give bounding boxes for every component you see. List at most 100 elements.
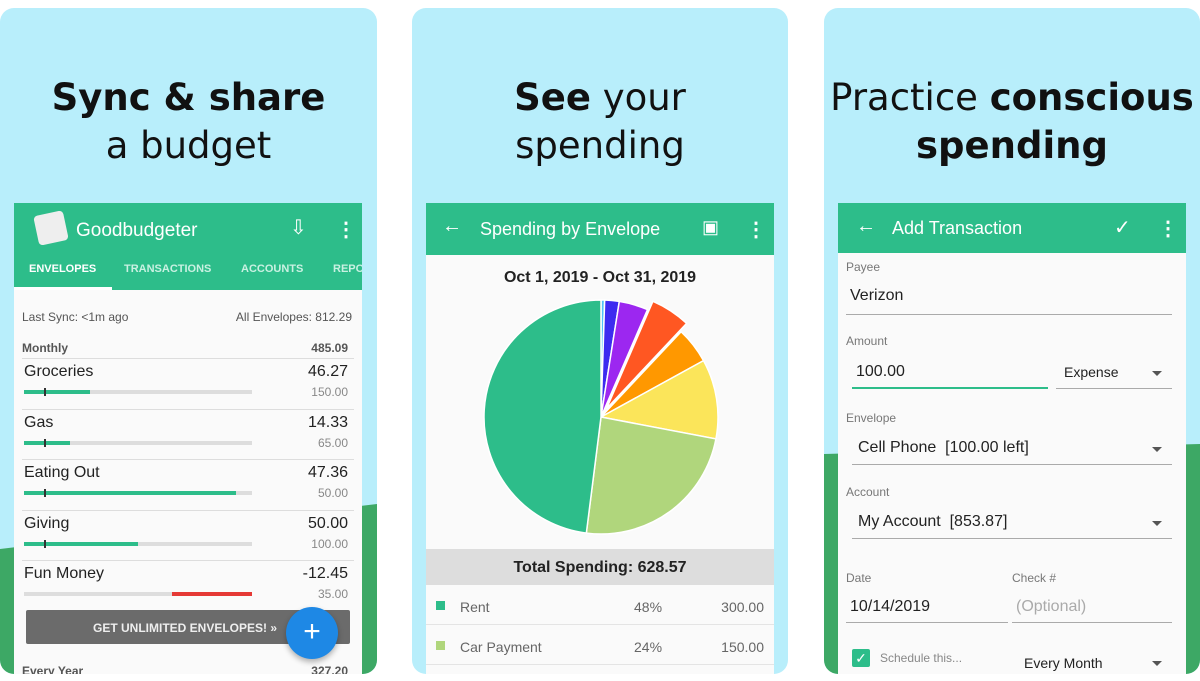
envelope-select[interactable]: Cell Phone [100.00 left]	[852, 431, 1172, 465]
tab-accounts[interactable]: ACCOUNTS	[241, 263, 303, 275]
group-total: 327.20	[311, 664, 348, 674]
add-fab-button[interactable]: +	[286, 607, 338, 659]
all-envelopes-total: All Envelopes: 812.29	[235, 310, 352, 324]
legend-swatch	[436, 601, 445, 610]
headline: Practice conscious spending	[830, 76, 1194, 167]
tab-envelopes[interactable]: ENVELOPES	[29, 263, 96, 275]
date-label: Date	[846, 571, 872, 585]
back-arrow-icon[interactable]: ←	[856, 215, 876, 238]
report-screen: ← Spending by Envelope ▣ ⋮ Oct 1, 2019 -…	[426, 203, 774, 674]
divider	[22, 358, 354, 359]
legend-amount: 150.00	[721, 639, 764, 655]
schedule-label: Schedule this...	[880, 651, 963, 665]
divider	[22, 560, 354, 561]
envelope-row[interactable]: Giving 50.00 100.00	[14, 509, 362, 560]
tab-indicator	[14, 287, 112, 290]
pie-chart	[483, 299, 719, 535]
pie-slice-rent	[483, 299, 602, 534]
check-icon[interactable]: ✓	[1114, 215, 1131, 240]
divider	[22, 509, 354, 511]
headline: See your spending	[514, 76, 686, 167]
amount-label: Amount	[846, 334, 888, 348]
promo-panel-spending: See your spending ← Spending by Envelope …	[412, 8, 788, 674]
app-bar: ← Add Transaction ✓ ⋮	[838, 203, 1186, 253]
envelope-name: Gas	[24, 413, 54, 431]
legend-amount: 300.00	[721, 599, 764, 615]
calendar-icon[interactable]: ▣	[702, 217, 719, 238]
legend-name: Rent	[460, 599, 490, 615]
envelope-row[interactable]: Gas 14.33 65.00	[14, 408, 362, 459]
group-total: 485.09	[311, 341, 348, 355]
envelope-name: Groceries	[24, 363, 94, 380]
app-bar: Goodbudgeter ⇩ ⋮ ENVELOPES TRANSACTIONS …	[14, 203, 362, 290]
more-icon[interactable]: ⋮	[336, 217, 356, 242]
envelope-budget: 65.00	[317, 435, 348, 450]
account-label: Account	[846, 485, 890, 499]
more-icon[interactable]: ⋮	[746, 217, 766, 242]
app-title: Goodbudgeter	[76, 220, 198, 241]
date-input[interactable]: 10/14/2019	[846, 589, 1008, 623]
envelope-name: Giving	[24, 514, 70, 532]
amount-input[interactable]: 100.00	[852, 355, 1048, 389]
envelope-progress-bar	[24, 388, 252, 396]
envelope-amount: 14.33	[307, 413, 348, 431]
total-spending-bar: Total Spending: 628.57	[426, 549, 774, 585]
app-bar: ← Spending by Envelope ▣ ⋮	[426, 203, 774, 255]
upgrade-button-label: GET UNLIMITED ENVELOPES! »	[93, 621, 278, 635]
add-transaction-screen: ← Add Transaction ✓ ⋮ Payee Verizon Amou…	[838, 203, 1186, 674]
group-label: Monthly	[22, 341, 68, 355]
envelope-amount: -12.45	[302, 565, 348, 582]
promo-panel-transaction: Practice conscious spending ← Add Transac…	[824, 8, 1200, 674]
legend-row[interactable]: Rent 48% 300.00	[426, 585, 774, 625]
promo-panel-sync: Sync & share a budget Goodbudgeter ⇩ ⋮ EN…	[0, 8, 377, 674]
more-icon[interactable]: ⋮	[1158, 216, 1178, 241]
envelope-label: Envelope	[846, 411, 897, 425]
tab-reports[interactable]: REPO	[333, 263, 362, 275]
divider	[22, 408, 354, 410]
dropdown-arrow-icon	[1152, 661, 1162, 666]
share-icon[interactable]: ⇩	[290, 215, 307, 240]
tab-transactions[interactable]: TRANSACTIONS	[124, 263, 211, 275]
envelope-budget: 50.00	[317, 486, 348, 500]
divider	[22, 459, 354, 460]
account-select[interactable]: My Account [853.87]	[852, 505, 1172, 539]
legend-row[interactable]: Car Payment 24% 150.00	[426, 625, 774, 665]
envelope-amount: 46.27	[307, 363, 348, 380]
legend-swatch	[436, 641, 445, 650]
envelopes-screen: Goodbudgeter ⇩ ⋮ ENVELOPES TRANSACTIONS …	[14, 203, 362, 674]
back-arrow-icon[interactable]: ←	[442, 215, 462, 238]
check-number-input[interactable]: (Optional)	[1012, 589, 1172, 623]
envelope-progress-bar	[24, 489, 252, 497]
type-select[interactable]: Expense	[1056, 355, 1172, 389]
envelope-row[interactable]: Eating Out 47.36 50.00	[14, 459, 362, 509]
payee-input[interactable]: Verizon	[846, 281, 1172, 315]
envelope-name: Fun Money	[24, 565, 105, 582]
app-logo-icon	[33, 210, 69, 246]
envelope-budget: 100.00	[311, 536, 348, 551]
envelope-row[interactable]: Fun Money -12.45 35.00	[14, 560, 362, 610]
total-spending: Total Spending: 628.57	[513, 559, 687, 576]
legend-percent: 48%	[634, 599, 663, 615]
screen-title: Spending by Envelope	[480, 219, 661, 239]
envelope-amount: 50.00	[307, 514, 348, 532]
envelope-budget: 150.00	[311, 385, 348, 399]
envelope-budget: 35.00	[317, 587, 348, 601]
dropdown-arrow-icon	[1152, 371, 1162, 376]
last-sync: Last Sync: <1m ago	[22, 310, 129, 324]
headline: Sync & share a budget	[51, 76, 326, 167]
frequency-select[interactable]: Every Month	[1016, 645, 1172, 674]
dropdown-arrow-icon	[1152, 447, 1162, 452]
envelope-progress-bar	[24, 539, 252, 548]
envelope-row[interactable]: Groceries 46.27 150.00	[14, 358, 362, 408]
payee-label: Payee	[846, 260, 881, 274]
pie-slice-car-payment	[585, 416, 717, 535]
date-range: Oct 1, 2019 - Oct 31, 2019	[503, 269, 697, 286]
plus-icon: +	[303, 615, 321, 648]
legend-name: Car Payment	[460, 639, 542, 655]
envelope-progress-bar	[24, 592, 252, 596]
screen-title: Add Transaction	[892, 218, 1023, 238]
schedule-checkbox[interactable]: ✓	[852, 649, 870, 667]
dropdown-arrow-icon	[1152, 521, 1162, 526]
check-label: Check #	[1012, 571, 1057, 585]
envelope-amount: 47.36	[307, 464, 348, 481]
